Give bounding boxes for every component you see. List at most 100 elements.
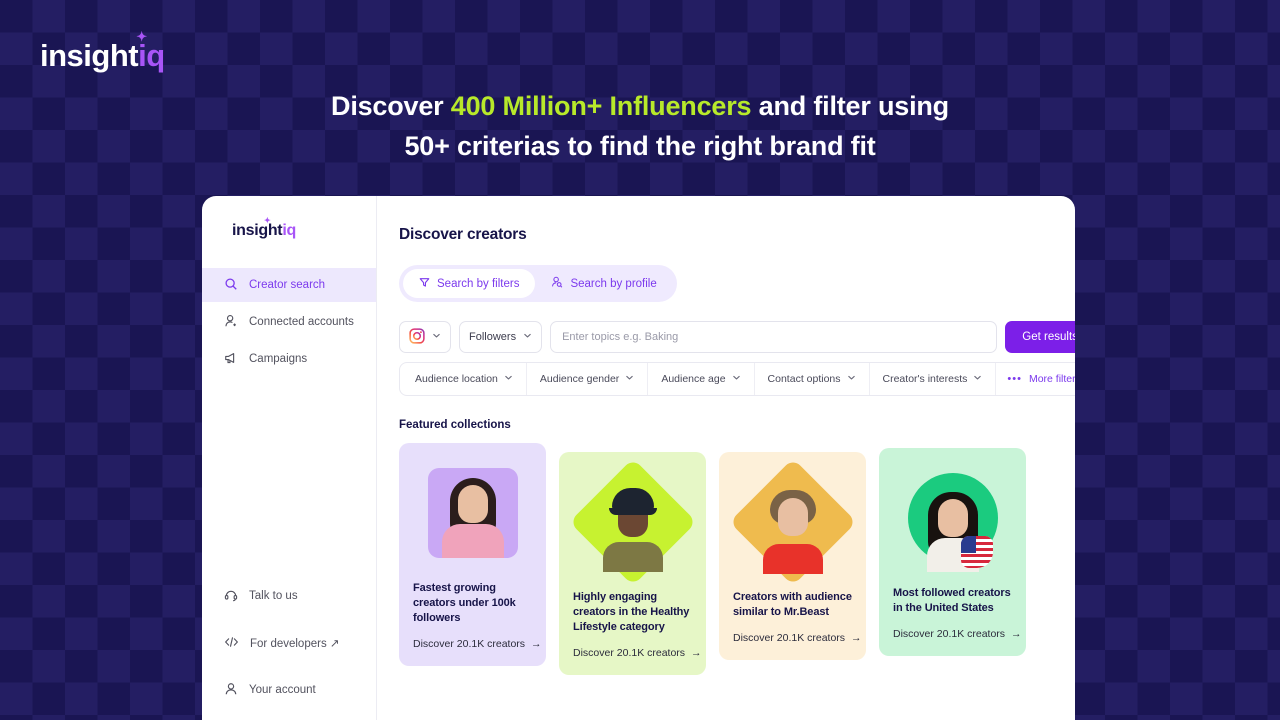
filter-audience-age[interactable]: Audience age	[648, 363, 755, 395]
chevron-down-icon	[504, 373, 513, 385]
topic-search-input[interactable]	[550, 321, 998, 353]
card-artwork	[728, 458, 857, 586]
card-cta-label: Discover 20.1K creators	[573, 647, 686, 659]
sidebar-bottom-section: Talk to us For developers ↗ Your account	[202, 579, 376, 720]
card-artwork	[893, 462, 1012, 574]
creator-portrait	[917, 486, 993, 572]
search-bar: Followers Get results	[399, 321, 1075, 353]
card-title: Fastest growing creators under 100k foll…	[413, 582, 516, 624]
tab-search-by-filters[interactable]: Search by filters	[403, 269, 536, 298]
collection-card[interactable]: Fastest growing creators under 100k foll…	[399, 443, 546, 666]
artwork-shape	[427, 468, 518, 558]
creator-portrait	[437, 472, 509, 558]
sidebar-logo-insight: insight	[232, 222, 283, 239]
platform-selector[interactable]	[399, 321, 451, 353]
chevron-down-icon	[523, 331, 532, 343]
user-plus-icon	[224, 314, 238, 331]
filter-label: Creator's interests	[882, 373, 968, 385]
page-title: Discover creators	[399, 226, 527, 243]
person-icon	[224, 682, 238, 699]
chevron-down-icon	[625, 373, 634, 385]
arrow-right-icon: →	[851, 632, 862, 644]
sparkle-icon: ✦	[264, 216, 271, 225]
headline-line-1: Discover 400 Million+ Influencers and fi…	[0, 86, 1280, 126]
headline-line-2: 50+ criterias to find the right brand fi…	[404, 131, 876, 161]
arrow-right-icon: →	[531, 638, 542, 650]
chevron-down-icon	[432, 331, 441, 343]
filter-bar: Audience location Audience gender Audien…	[399, 362, 1075, 396]
card-cta-label: Discover 20.1K creators	[413, 638, 526, 650]
main-content: Discover creators Search by filters Sear…	[377, 196, 1075, 720]
user-search-icon	[551, 276, 563, 291]
megaphone-icon	[224, 351, 238, 368]
sidebar-item-connected-accounts[interactable]: Connected accounts	[202, 305, 376, 339]
collection-card[interactable]: Creators with audience similar to Mr.Bea…	[719, 452, 866, 660]
brand-logo: insight iq ✦	[40, 30, 165, 74]
featured-collections-title: Featured collections	[399, 419, 511, 431]
funnel-icon	[419, 277, 430, 291]
collection-card[interactable]: Most followed creators in the United Sta…	[879, 448, 1026, 656]
filter-label: Audience gender	[539, 373, 620, 385]
collection-card[interactable]: Highly engaging creators in the Healthy …	[559, 452, 706, 675]
sidebar-item-label: Creator search	[249, 279, 326, 291]
filter-audience-gender[interactable]: Audience gender	[527, 363, 649, 395]
followers-selector[interactable]: Followers	[459, 321, 543, 353]
sidebar-item-your-account[interactable]: Your account	[202, 673, 376, 707]
headset-icon	[224, 588, 238, 605]
sidebar-brand-logo[interactable]: insight iq ✦	[202, 217, 376, 240]
sidebar-item-label: Connected accounts	[249, 316, 354, 328]
card-title: Most followed creators in the United Sta…	[893, 587, 1011, 614]
card-cta-label: Discover 20.1K creators	[893, 628, 1006, 640]
sidebar-item-creator-search[interactable]: Creator search	[202, 268, 376, 302]
sidebar-item-for-developers[interactable]: For developers ↗	[202, 626, 376, 660]
followers-label: Followers	[469, 331, 517, 343]
filter-contact-options[interactable]: Contact options	[755, 363, 870, 395]
sidebar-logo-iq: iq	[282, 222, 296, 239]
card-cta-label: Discover 20.1K creators	[733, 632, 846, 644]
app-window: insight iq ✦ Creator search Connected acc…	[202, 196, 1075, 720]
headline-line1-before: Discover	[331, 91, 451, 121]
sidebar-item-label: Campaigns	[249, 353, 308, 365]
filter-creators-interests[interactable]: Creator's interests	[870, 363, 997, 395]
sidebar-item-talk-to-us[interactable]: Talk to us	[202, 579, 376, 613]
featured-collections-list: Fastest growing creators under 100k foll…	[399, 443, 1075, 675]
more-filters-label: More filters	[1028, 373, 1075, 385]
sidebar-item-campaigns[interactable]: Campaigns	[202, 342, 376, 376]
sidebar-item-label: Your account	[249, 684, 316, 696]
page-headline: Discover 400 Million+ Influencers and fi…	[0, 86, 1280, 166]
chevron-down-icon	[847, 373, 856, 385]
card-artwork	[568, 458, 697, 586]
card-cta[interactable]: Discover 20.1K creators →	[733, 632, 862, 644]
arrow-right-icon: →	[691, 647, 702, 659]
sidebar: insight iq ✦ Creator search Connected acc…	[202, 196, 377, 720]
sidebar-item-label: Talk to us	[249, 590, 298, 602]
tab-label: Search by profile	[570, 277, 657, 290]
filter-audience-location[interactable]: Audience location	[402, 363, 527, 395]
filter-label: Audience age	[661, 373, 726, 385]
get-results-button[interactable]: Get results	[1005, 321, 1075, 353]
card-artwork	[413, 457, 532, 569]
card-title: Highly engaging creators in the Healthy …	[573, 591, 690, 633]
card-cta[interactable]: Discover 20.1K creators →	[573, 647, 702, 659]
card-cta[interactable]: Discover 20.1K creators →	[413, 638, 542, 650]
sparkle-icon: ✦	[136, 29, 147, 44]
sidebar-item-label: For developers ↗	[250, 638, 340, 650]
search-icon	[224, 277, 238, 294]
headline-accent: 400 Million+ Influencers	[450, 91, 752, 121]
brand-logo-insight: insight	[40, 38, 139, 73]
card-cta[interactable]: Discover 20.1K creators →	[893, 628, 1022, 640]
code-icon	[224, 635, 239, 652]
card-title: Creators with audience similar to Mr.Bea…	[733, 591, 852, 618]
more-filters-button[interactable]: ••• More filters	[996, 373, 1075, 385]
us-flag-icon	[960, 536, 993, 568]
ellipsis-icon: •••	[1007, 373, 1022, 385]
headline-line1-after: and filter using	[751, 91, 950, 121]
filter-label: Audience location	[415, 373, 498, 385]
chevron-down-icon	[973, 373, 982, 385]
tab-label: Search by filters	[437, 277, 520, 290]
arrow-right-icon: →	[1011, 628, 1022, 640]
search-mode-tabs: Search by filters Search by profile	[399, 265, 677, 302]
filter-label: Contact options	[767, 373, 841, 385]
instagram-icon	[409, 327, 425, 347]
tab-search-by-profile[interactable]: Search by profile	[535, 269, 672, 298]
